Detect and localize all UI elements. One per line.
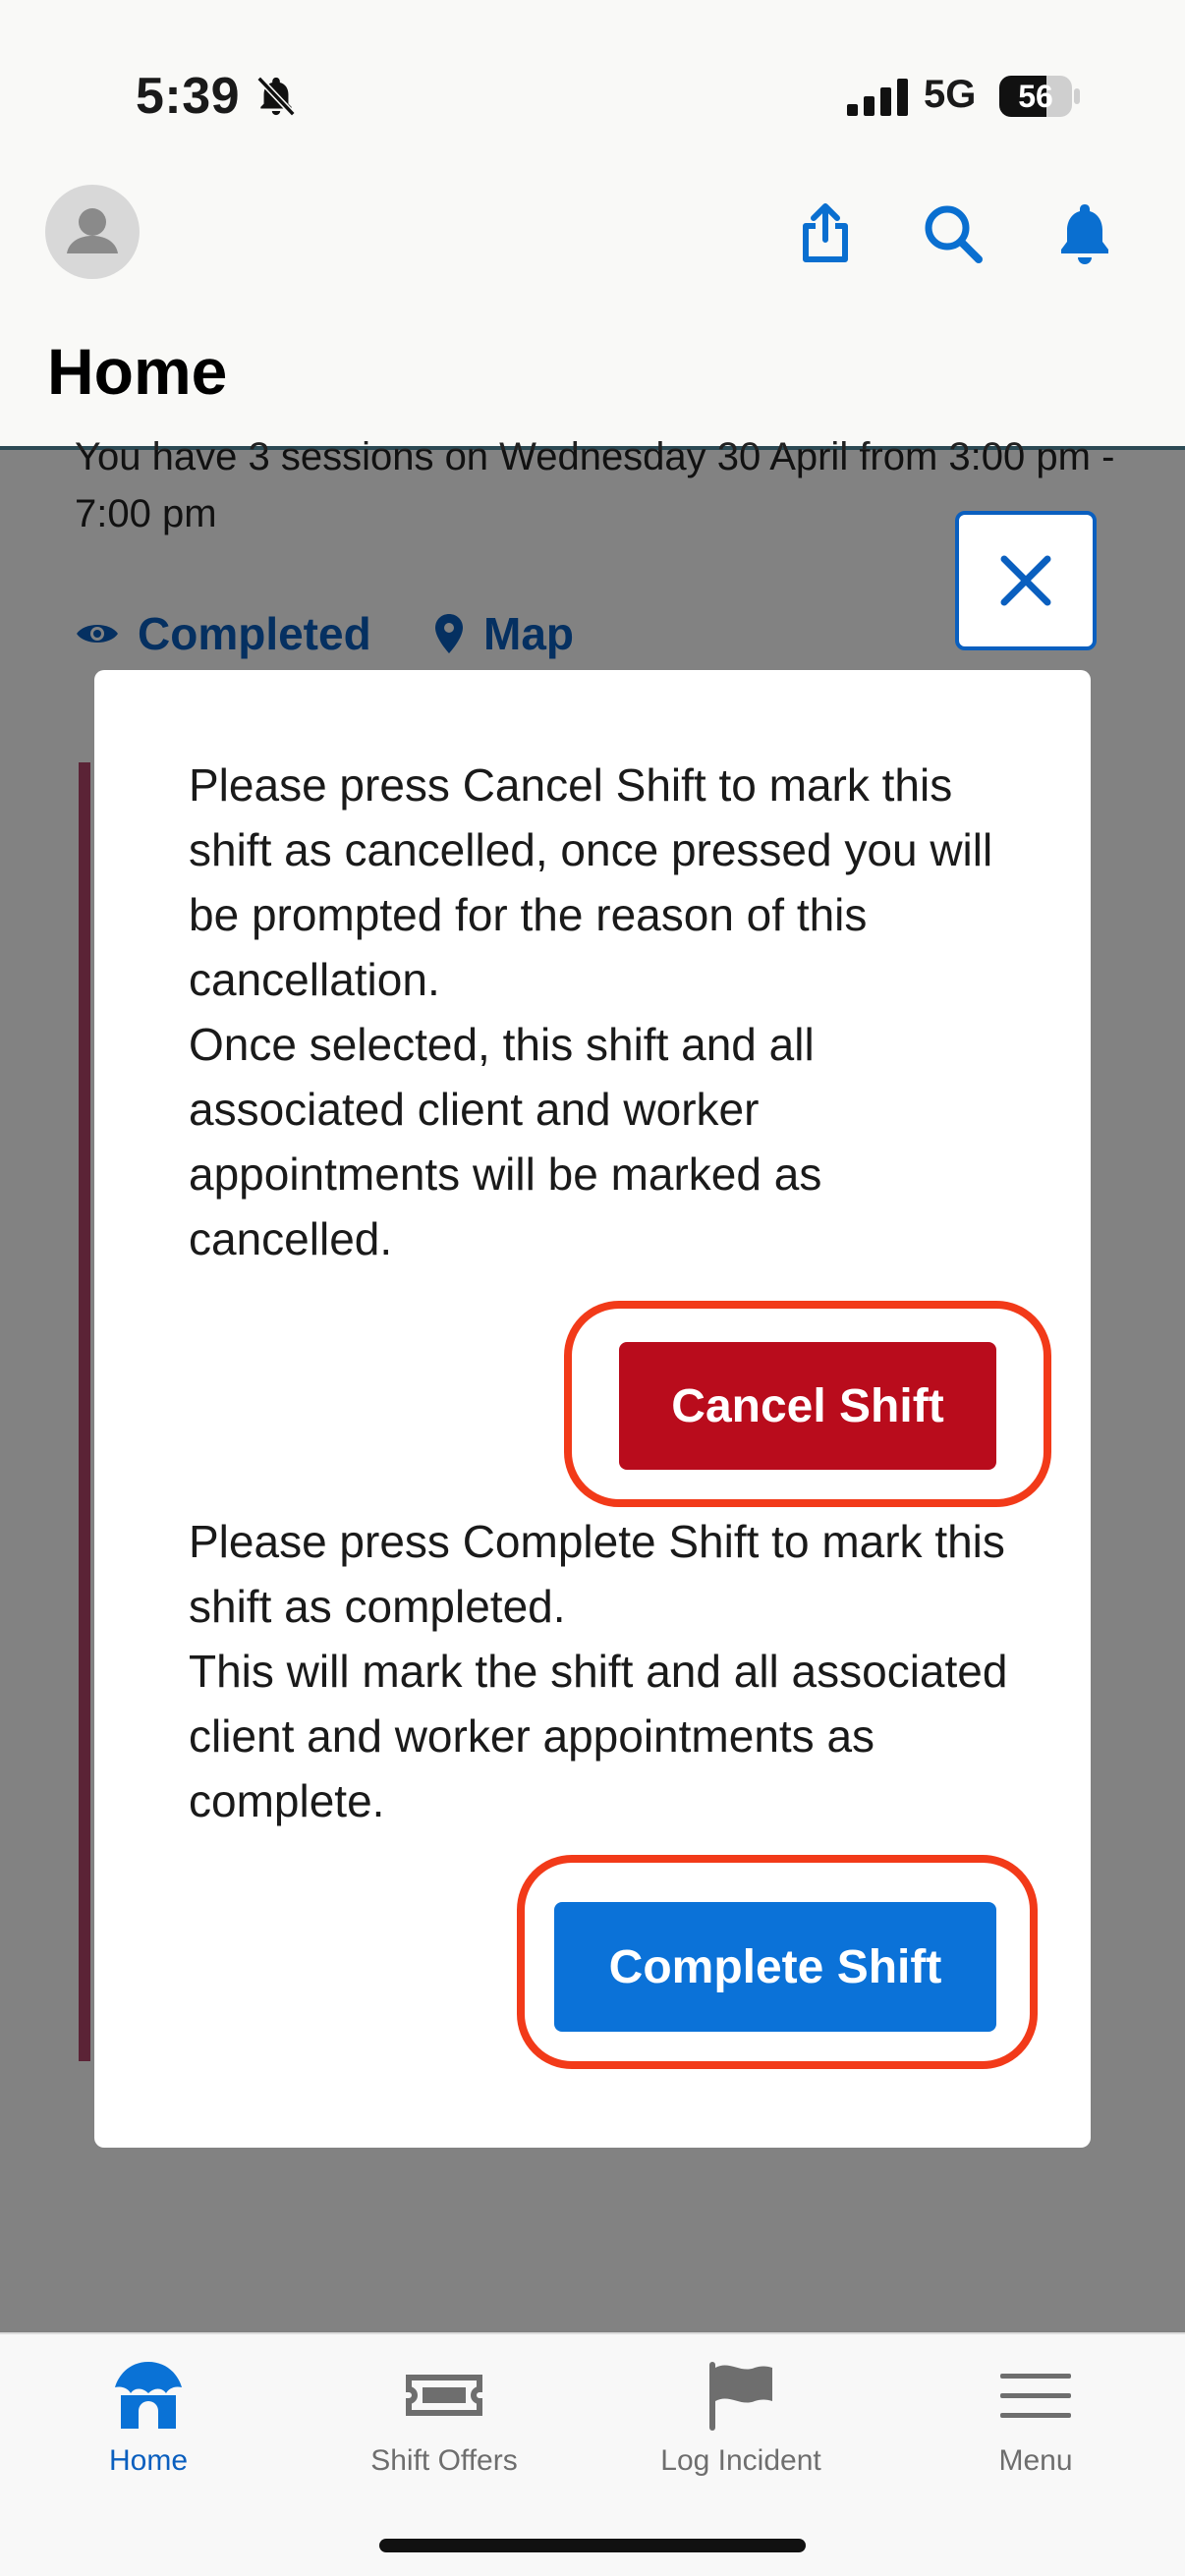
- complete-instructions: Please press Complete Shift to mark this…: [189, 1516, 1008, 1826]
- tab-menu[interactable]: Menu: [888, 2334, 1183, 2511]
- avatar[interactable]: [45, 185, 140, 279]
- flag-icon: [709, 2362, 772, 2431]
- status-bar: 5:39 5G 56: [0, 0, 1185, 167]
- cancel-instructions: Please press Cancel Shift to mark this s…: [189, 759, 993, 1264]
- user-icon: [67, 208, 118, 253]
- close-icon: [1000, 555, 1051, 606]
- tab-shift-offers[interactable]: Shift Offers: [297, 2334, 592, 2511]
- ticket-icon: [406, 2375, 482, 2416]
- tab-log-incident-label: Log Incident: [660, 2444, 821, 2477]
- home-icon: [115, 2362, 182, 2429]
- share-icon[interactable]: [792, 200, 859, 267]
- tab-log-incident[interactable]: Log Incident: [593, 2334, 888, 2511]
- app-header: Home: [0, 167, 1185, 450]
- bell-icon[interactable]: [1051, 200, 1118, 267]
- page-title: Home: [47, 335, 228, 408]
- tab-menu-label: Menu: [998, 2444, 1073, 2477]
- home-indicator: [379, 2539, 806, 2552]
- cancel-shift-button[interactable]: Cancel Shift: [619, 1342, 996, 1470]
- menu-icon: [1000, 2374, 1071, 2418]
- complete-shift-button[interactable]: Complete Shift: [554, 1902, 996, 2032]
- signal-icon: [847, 79, 908, 116]
- tab-home[interactable]: Home: [1, 2334, 296, 2511]
- close-button[interactable]: [955, 511, 1097, 650]
- tab-home-label: Home: [108, 2444, 189, 2477]
- network-label: 5G: [924, 73, 977, 116]
- bell-off-icon: [256, 76, 296, 117]
- battery-level: 56: [1018, 79, 1053, 114]
- status-time: 5:39: [136, 68, 241, 125]
- tab-shift-offers-label: Shift Offers: [370, 2444, 518, 2477]
- search-icon[interactable]: [920, 200, 987, 267]
- shift-action-dialog: Please press Cancel Shift to mark this s…: [94, 670, 1091, 2148]
